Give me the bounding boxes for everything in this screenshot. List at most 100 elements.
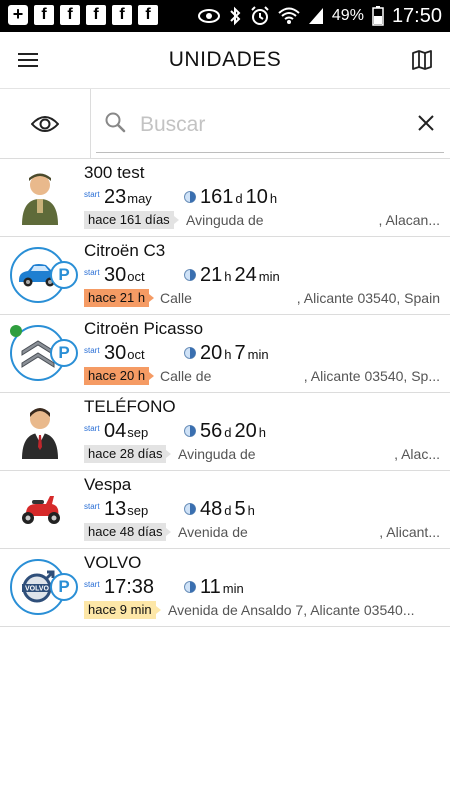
duration-value: 48 xyxy=(200,498,223,520)
address-street: Calle de xyxy=(160,368,212,384)
unit-address: hace 9 min Avenida de Ansaldo 7, Alicant… xyxy=(84,601,444,621)
address-city: , Alacan... xyxy=(378,212,440,228)
duration-clock-icon xyxy=(184,347,196,359)
unit-list: 300 test start 23may 161 d 10 h hace 161 dí… xyxy=(0,159,450,627)
duration: 11 min xyxy=(200,576,247,599)
unit-address: hace 20 h Calle de , Alicante 03540, Sp.… xyxy=(84,367,444,387)
unit-address: hace 48 días Avenida de , Alicant... xyxy=(84,523,444,543)
unit-name: TELÉFONO xyxy=(84,397,176,416)
search-bar xyxy=(0,89,450,159)
duration-unit: d xyxy=(224,425,232,440)
start-label: start xyxy=(84,502,100,511)
duration-clock-icon xyxy=(184,503,196,515)
address-street: Calle xyxy=(160,290,192,306)
start-value: 30 xyxy=(104,342,127,364)
parking-badge: P xyxy=(50,261,78,289)
facebook-notification-icon: f xyxy=(86,5,106,25)
map-view-button[interactable] xyxy=(406,44,438,76)
start-value: 17:38 xyxy=(104,576,155,598)
unit-address: hace 161 días Avinguda de , Alacan... xyxy=(84,211,444,231)
battery-percent: 49% xyxy=(331,7,364,24)
duration: 20 h 7 min xyxy=(200,342,272,365)
unit-row[interactable]: 300 test start 23may 161 d 10 h hace 161 dí… xyxy=(0,159,450,237)
unit-name: VOLVO xyxy=(84,553,142,572)
start-label: start xyxy=(84,580,100,589)
unit-name: Citroën Picasso xyxy=(84,319,204,338)
address-street: Avenida de xyxy=(178,524,248,540)
duration-unit: min xyxy=(222,581,244,596)
app-header: UNIDADES xyxy=(0,32,450,89)
unit-metrics: start 04sep 56 d 20 h xyxy=(84,420,444,444)
start-value: 13 xyxy=(104,498,127,520)
duration-unit: min xyxy=(247,347,269,362)
duration-clock-icon xyxy=(184,581,196,593)
duration-value: 11 xyxy=(200,576,221,598)
start-date: 30oct xyxy=(104,264,145,287)
search-input[interactable] xyxy=(140,109,400,141)
last-update-badge: hace 9 min xyxy=(84,601,161,619)
start-date: 13sep xyxy=(104,498,148,521)
duration-value: 20 xyxy=(200,342,223,364)
soldier-avatar-icon xyxy=(8,165,72,229)
unit-metrics: start 17:38 11 min xyxy=(84,576,444,600)
last-update-badge: hace 28 días xyxy=(84,445,172,463)
duration-value: 7 xyxy=(234,342,246,364)
duration-value: 5 xyxy=(234,498,246,520)
duration-value: 21 xyxy=(200,264,223,286)
wifi-icon xyxy=(278,7,300,24)
unit-address: hace 28 días Avinguda de , Alac... xyxy=(84,445,444,465)
map-icon xyxy=(412,50,432,70)
unit-row[interactable]: VOLVO P VOLVO start 17:38 11 min hace 9 m… xyxy=(0,549,450,627)
alarm-icon xyxy=(251,6,269,25)
address-street: Avinguda de xyxy=(186,212,264,228)
eye-icon xyxy=(31,116,59,132)
start-value: 23 xyxy=(104,186,127,208)
address-street: Avenida de Ansaldo 7, Alicante 03540... xyxy=(168,602,415,618)
search-icon xyxy=(105,112,126,133)
duration-value: 24 xyxy=(234,264,257,286)
duration-unit: min xyxy=(258,269,280,284)
unit-row[interactable]: P Citroën Picasso start 30oct 20 h 7 min ha… xyxy=(0,315,450,393)
facebook-notification-icon: f xyxy=(112,5,132,25)
start-month: oct xyxy=(127,269,145,284)
address-street: Avinguda de xyxy=(178,446,256,462)
duration-clock-icon xyxy=(184,425,196,437)
duration-value: 161 xyxy=(200,186,234,208)
start-month: sep xyxy=(127,425,149,440)
start-value: 30 xyxy=(104,264,127,286)
unit-row[interactable]: P Citroën C3 start 30oct 21 h 24 min hace 2… xyxy=(0,237,450,315)
facebook-notification-icon: f xyxy=(60,5,80,25)
unit-metrics: start 23may 161 d 10 h xyxy=(84,186,444,210)
add-notification-icon: + xyxy=(8,5,28,25)
duration-unit: d xyxy=(235,191,243,206)
signal-icon xyxy=(308,8,323,24)
search-field xyxy=(96,97,444,153)
clear-search-button[interactable] xyxy=(414,111,438,135)
unit-row[interactable]: TELÉFONO start 04sep 56 d 20 h hace 28 días… xyxy=(0,393,450,471)
unit-name: 300 test xyxy=(84,163,145,182)
svg-text:VOLVO: VOLVO xyxy=(25,586,50,593)
address-city: , Alicante 03540, Spain xyxy=(296,290,440,306)
unit-address: hace 21 h Calle , Alicante 03540, Spain xyxy=(84,289,444,309)
duration-unit: h xyxy=(269,191,278,206)
duration-unit: h xyxy=(247,503,255,518)
start-date: 17:38 xyxy=(104,576,154,599)
last-update-badge: hace 20 h xyxy=(84,367,155,385)
businessman-avatar-icon xyxy=(8,399,72,463)
clock-time: 17:50 xyxy=(391,4,442,27)
unit-avatar: P xyxy=(8,243,80,307)
visibility-toggle-button[interactable] xyxy=(0,89,91,159)
unit-row[interactable]: Vespa start 13sep 48 d 5 h hace 48 días Ave… xyxy=(0,471,450,549)
bluetooth-icon xyxy=(230,6,241,26)
unit-name: Vespa xyxy=(84,475,132,494)
unit-name: Citroën C3 xyxy=(84,241,166,260)
start-value: 04 xyxy=(104,420,127,442)
duration-unit: h xyxy=(224,269,232,284)
duration: 56 d 20 h xyxy=(200,420,269,443)
unit-avatar xyxy=(8,399,80,463)
unit-avatar xyxy=(8,165,80,229)
start-label: start xyxy=(84,190,100,199)
unit-avatar: VOLVO P xyxy=(8,555,80,619)
battery-icon xyxy=(372,6,384,26)
start-month: may xyxy=(127,191,152,206)
